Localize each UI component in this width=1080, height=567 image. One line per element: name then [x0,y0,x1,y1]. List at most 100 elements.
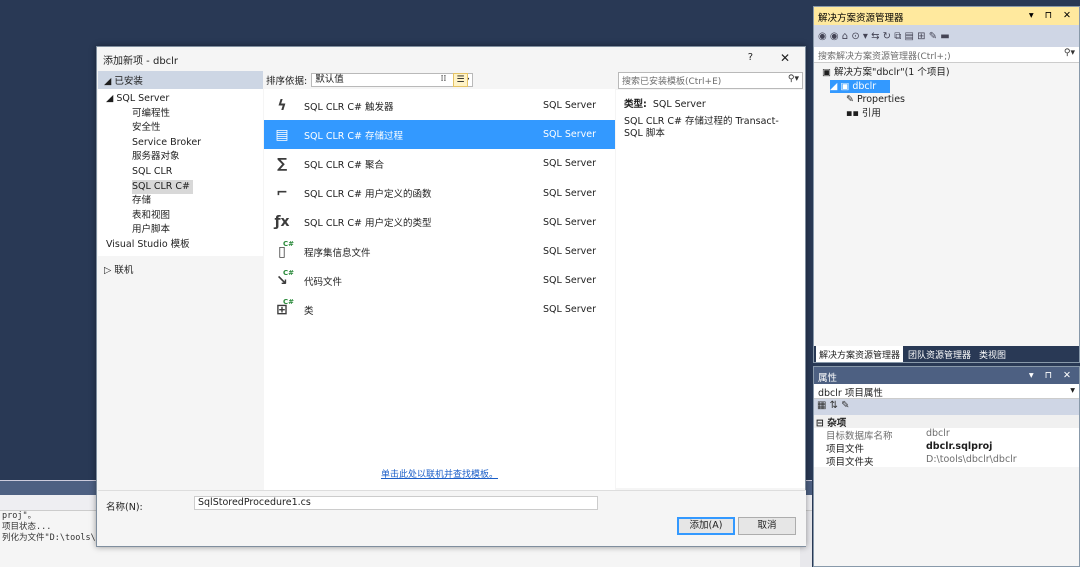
solution-search-input[interactable]: 搜索解决方案资源管理器(Ctrl+;) ⚲▾ [814,47,1079,63]
template-category: SQL Server [543,100,596,112]
cancel-button[interactable]: 取消 [738,517,796,535]
category-label: 表和视图 [132,209,171,221]
template-category-pane: ◢ 已安装 ◢ SQL Server 可编程性 安全性 Service Broker 服… [98,71,263,490]
property-row[interactable]: 目标数据库名称 dbclr [814,428,1079,442]
search-icon[interactable]: ⚲▾ [788,74,799,84]
solution-tree-item[interactable]: ▣ 解决方案"dbclr"(1 个项目) [814,66,1079,80]
template-row[interactable]: ƒx SQL CLR C# 用户定义的类型 SQL Server [264,208,615,237]
template-list: ϟ SQL CLR C# 触发器 SQL Server ▤ SQL CLR C# 存储过… [264,89,615,325]
category-tree-item[interactable]: 服务器对象 [98,150,263,165]
search-icon[interactable]: ⚲▾ [1064,48,1075,58]
template-icon: ϟ [277,97,287,114]
template-row[interactable]: ↘ C# 代码文件 SQL Server [264,266,615,295]
dialog-titlebar: 添加新项 - dbclr ? ✕ [97,47,805,71]
template-icon: ∑ [276,155,288,172]
property-value: dbclr [926,428,950,439]
category-label: 安全性 [132,122,161,134]
panel-tabs: 解决方案资源管理器 团队资源管理器 类视图 [814,346,1079,362]
template-row[interactable]: ⌐ SQL CLR C# 用户定义的函数 SQL Server [264,179,615,208]
template-name: SQL CLR C# 聚合 [304,159,384,171]
add-button[interactable]: 添加(A) [677,517,735,535]
category-tree-item[interactable]: 存储 [98,194,263,209]
dialog-footer: 名称(N): SqlStoredProcedure1.cs 添加(A) 取消 [98,490,806,546]
template-category: SQL Server [543,304,596,316]
template-name: SQL CLR C# 用户定义的函数 [304,189,432,201]
properties-category[interactable]: ⊟ 杂项 [814,415,1079,429]
panel-tab[interactable]: 类视图 [976,346,1009,362]
template-search-input[interactable]: 搜索已安装模板(Ctrl+E) ⚲▾ [618,72,803,89]
dialog-title: 添加新项 - dbclr [103,56,179,67]
solution-tree-item[interactable]: ◢ ▣ dbclr [814,79,1079,93]
template-category: SQL Server [543,158,596,170]
solution-tree-item[interactable]: ✎ Properties [814,93,1079,107]
template-row[interactable]: ▤ SQL CLR C# 存储过程 SQL Server [264,120,615,150]
add-new-item-dialog: 添加新项 - dbclr ? ✕ ◢ 已安装 ◢ SQL Server 可编程性安… [96,46,806,547]
category-label: 存储 [132,195,152,207]
close-button[interactable]: ✕ [780,51,790,65]
category-tree-item[interactable]: SQL CLR C# [98,179,263,195]
template-row[interactable]: ▯ C# 程序集信息文件 SQL Server [264,237,615,266]
template-name: SQL CLR C# 用户定义的类型 [304,218,432,230]
panel-tab[interactable]: 解决方案资源管理器 [816,346,904,362]
template-name: 程序集信息文件 [304,247,371,259]
panel-controls[interactable]: ▾ ⊓ ✕ [1029,10,1075,21]
name-input[interactable]: SqlStoredProcedure1.cs [194,496,598,510]
properties-toolbar[interactable]: ▦ ⇅ ✎ [814,399,1079,415]
template-category: SQL Server [543,129,596,141]
properties-panel: 属性 ▾ ⊓ ✕ dbclr 项目属性 ▾ ▦ ⇅ ✎ ⊟ 杂项 目标数据库名称… [813,366,1080,567]
panel-controls[interactable]: ▾ ⊓ ✕ [1029,370,1075,381]
list-view-icon[interactable]: ☰ [453,73,468,87]
property-row[interactable]: 项目文件夹 D:\tools\dbclr\dbclr [814,454,1079,468]
property-row[interactable]: 项目文件 dbclr.sqlproj [814,441,1079,455]
name-label: 名称(N): [106,502,143,513]
category-tree-item[interactable]: ◢ SQL Server [98,92,263,107]
property-value: D:\tools\dbclr\dbclr [926,454,1017,465]
online-node[interactable]: ▷ 联机 [98,256,263,282]
property-name: 项目文件 [826,444,865,455]
category-label: 服务器对象 [132,151,180,163]
category-label: Visual Studio 模板 [106,238,190,250]
template-name: SQL CLR C# 触发器 [304,101,394,113]
template-icon: ▯ C# [278,239,294,260]
template-details-pane: 搜索已安装模板(Ctrl+E) ⚲▾ 类型: SQL Server SQL CLR… [616,71,805,490]
template-row[interactable]: ∑ SQL CLR C# 聚合 SQL Server [264,149,615,178]
sort-label: 排序依据: [266,76,308,87]
template-icon: ↘ C# [276,268,294,289]
category-tree-item[interactable]: 表和视图 [98,209,263,224]
property-name: 目标数据库名称 [826,431,893,442]
category-label: 用户脚本 [132,224,171,236]
csharp-badge-icon: C# [282,297,294,306]
template-type: 类型: SQL Server [624,99,706,110]
category-tree-item[interactable]: 安全性 [98,121,263,136]
installed-header[interactable]: ◢ 已安装 [98,71,263,89]
category-tree-item[interactable]: 可编程性 [98,107,263,122]
category-label: SQL CLR [132,165,173,177]
template-info: 类型: SQL Server SQL CLR C# 存储过程的 Transact-… [616,90,805,488]
solution-explorer-title: 解决方案资源管理器 ▾ ⊓ ✕ [814,7,1079,25]
category-tree-item[interactable]: SQL CLR [98,165,263,180]
template-category: SQL Server [543,246,596,258]
property-name: 项目文件夹 [826,457,874,468]
solution-tree-item[interactable]: ▪▪ 引用 [814,107,1079,121]
category-tree-item[interactable]: Visual Studio 模板 [98,238,263,253]
template-category: SQL Server [543,216,596,228]
properties-grid: 目标数据库名称 dbclr 项目文件 dbclr.sqlproj 项目文件夹 D:\too… [814,428,1079,468]
category-tree-item[interactable]: Service Broker [98,136,263,151]
category-tree-item[interactable]: 用户脚本 [98,223,263,238]
template-icon: ⌐ [276,185,288,202]
category-tree: ◢ SQL Server 可编程性 安全性 Service Broker 服务器对象 SQ… [98,89,263,256]
properties-object-select[interactable]: dbclr 项目属性 ▾ [814,384,1079,399]
help-button[interactable]: ? [748,52,753,63]
properties-title: 属性 ▾ ⊓ ✕ [814,367,1079,384]
panel-tab[interactable]: 团队资源管理器 [905,346,974,362]
template-row[interactable]: ⊞ C# 类 SQL Server [264,295,615,324]
template-category: SQL Server [543,275,596,287]
solution-node-label: ◢ ▣ dbclr [830,79,890,93]
sort-bar: 排序依据: 默认值 ▾ ⁞⁞ ☰ [264,71,615,89]
solution-explorer-toolbar[interactable]: ◉ ◉ ⌂ ⊙ ▾ ⇆ ↻ ⧉ ▤ ⊞ ✎ ▬ [814,25,1079,47]
online-templates-link[interactable]: 单击此处以联机并查找模板。 [264,467,615,480]
template-icon: ⊞ C# [276,297,294,318]
csharp-badge-icon: C# [282,239,294,248]
grid-view-icon[interactable]: ⁞⁞ [436,73,451,87]
template-row[interactable]: ϟ SQL CLR C# 触发器 SQL Server [264,91,615,120]
